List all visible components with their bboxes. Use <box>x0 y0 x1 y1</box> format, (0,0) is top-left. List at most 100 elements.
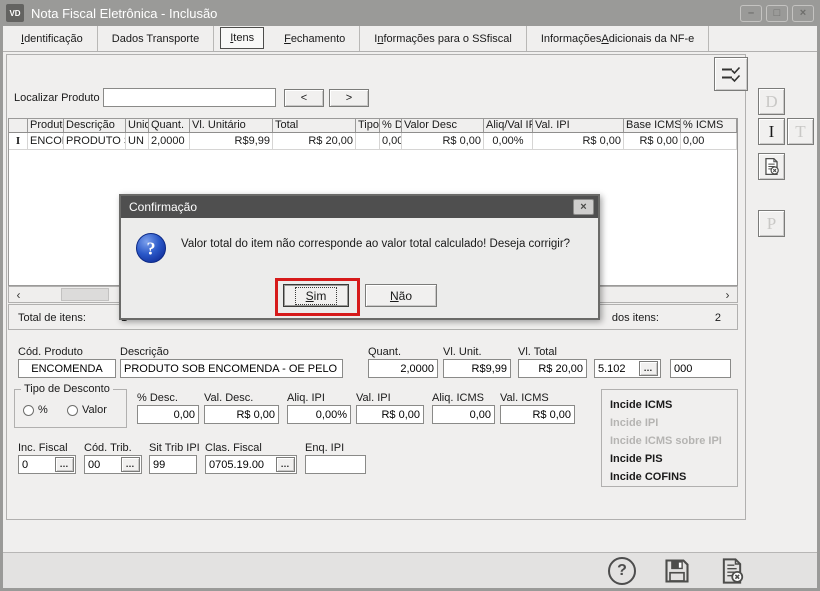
scrollbar-thumb[interactable] <box>61 288 109 301</box>
vl-unit-field[interactable] <box>443 359 511 378</box>
incide-pis: Incide PIS <box>610 450 737 468</box>
t-button: T <box>787 118 814 145</box>
cell-val-ipi: R$ 0,00 <box>533 133 624 149</box>
radio-valor[interactable]: Valor <box>67 404 107 416</box>
aliq-ipi-field[interactable] <box>287 405 351 424</box>
localizar-produto-input[interactable] <box>103 88 276 107</box>
close-button[interactable]: × <box>792 5 814 22</box>
enq-ipi-field[interactable] <box>305 455 366 474</box>
grid-header-total[interactable]: Total <box>273 119 356 132</box>
maximize-button[interactable]: □ <box>766 5 788 22</box>
total-dos-itens-value: 2 <box>715 312 721 324</box>
dialog-close-button[interactable]: × <box>573 199 594 215</box>
grid-header-base-icms[interactable]: Base ICMS <box>624 119 681 132</box>
grid-header-quant[interactable]: Quant. <box>149 119 190 132</box>
grid-header-valor-desc[interactable]: Valor Desc <box>402 119 484 132</box>
app-window: VD Nota Fiscal Eletrônica - Inclusão – □… <box>0 0 820 591</box>
perc-desc-field[interactable] <box>137 405 199 424</box>
cfop-lookup-button[interactable]: … <box>639 361 658 376</box>
grid-header-produto[interactable]: Produto <box>28 119 64 132</box>
previous-button[interactable]: < <box>284 89 324 107</box>
cell-tipo <box>356 133 380 149</box>
inc-fiscal-lookup-button[interactable]: … <box>55 457 74 472</box>
question-icon: ? <box>135 232 167 264</box>
scroll-right-icon[interactable]: › <box>719 288 736 301</box>
grid-header-tipo[interactable]: Tipo <box>356 119 380 132</box>
cell-aliq-val-ip: 0,00% <box>484 133 533 149</box>
grid-data-row[interactable]: I ENCOMENDA PRODUTO SOB ENCOMENDA UN 2,0… <box>9 133 737 150</box>
aliq-icms-field[interactable] <box>432 405 495 424</box>
tab-informacoes-ssfiscal[interactable]: Informações para o SSfiscal <box>360 26 527 51</box>
vl-total-label: Vl. Total <box>518 346 557 358</box>
tab-itens[interactable]: Itens <box>220 27 264 49</box>
next-button[interactable]: > <box>329 89 369 107</box>
incide-ipi: Incide IPI <box>610 414 737 432</box>
quant-field[interactable] <box>368 359 438 378</box>
dialog-body: ? Valor total do item não corresponde ao… <box>121 218 598 318</box>
save-button[interactable] <box>663 557 691 585</box>
cod-aux-field[interactable] <box>670 359 731 378</box>
confirmation-dialog: Confirmação × ? Valor total do item não … <box>119 194 600 320</box>
radio-percent[interactable]: % <box>23 404 48 416</box>
cell-total: R$ 20,00 <box>273 133 356 149</box>
checklist-icon <box>720 63 742 85</box>
tipo-desconto-label: Tipo de Desconto <box>21 383 113 395</box>
grid-header-descricao[interactable]: Descrição <box>64 119 126 132</box>
cod-trib-lookup-button[interactable]: … <box>121 457 140 472</box>
check-items-button[interactable] <box>714 57 748 91</box>
i-button[interactable]: I <box>758 118 785 145</box>
grid-header-unid[interactable]: Unid <box>126 119 149 132</box>
perc-desc-label: % Desc. <box>137 392 178 404</box>
titlebar[interactable]: VD Nota Fiscal Eletrônica - Inclusão – □… <box>0 0 820 26</box>
clas-fiscal-lookup-button[interactable]: … <box>276 457 295 472</box>
minimize-button[interactable]: – <box>740 5 762 22</box>
grid-header-vl-unitario[interactable]: Vl. Unitário <box>190 119 273 132</box>
save-icon <box>663 557 691 585</box>
descricao-field[interactable] <box>120 359 343 378</box>
val-icms-field[interactable] <box>500 405 575 424</box>
grid-header-perc-icms[interactable]: % ICMS <box>681 119 737 132</box>
sit-trib-ipi-label: Sit Trib IPI <box>149 442 200 454</box>
cell-quant: 2,0000 <box>149 133 190 149</box>
tab-fechamento[interactable]: Fechamento <box>270 26 360 51</box>
val-desc-label: Val. Desc. <box>204 392 253 404</box>
val-desc-field[interactable] <box>204 405 279 424</box>
aliq-icms-label: Aliq. ICMS <box>432 392 484 404</box>
cancel-button[interactable] <box>718 557 746 585</box>
enq-ipi-label: Enq. IPI <box>305 442 344 454</box>
cell-unid: UN <box>126 133 149 149</box>
cell-perc-desc: 0,00 <box>380 133 402 149</box>
tab-informacoes-adicionais-nfe[interactable]: Informações Adicionais da NF-e <box>527 26 709 51</box>
tab-bar: Identificação Dados Transporte Itens Fec… <box>3 26 817 52</box>
quant-label: Quant. <box>368 346 401 358</box>
document-delete-icon <box>762 157 781 176</box>
incide-panel: Incide ICMS Incide IPI Incide ICMS sobre… <box>601 389 738 487</box>
client-area: Identificação Dados Transporte Itens Fec… <box>3 26 817 588</box>
aliq-ipi-label: Aliq. IPI <box>287 392 325 404</box>
incide-icms: Incide ICMS <box>610 396 737 414</box>
grid-header-row: Produto Descrição Unid Quant. Vl. Unitár… <box>9 119 737 133</box>
radio-percent-icon <box>23 405 34 416</box>
nao-button[interactable]: Não <box>365 284 437 307</box>
delete-item-button[interactable] <box>758 153 785 180</box>
sit-trib-ipi-field[interactable] <box>149 455 197 474</box>
total-dos-itens-label: dos itens: <box>612 312 659 324</box>
grid-header-perc-desc[interactable]: % De <box>380 119 402 132</box>
tab-dados-transporte[interactable]: Dados Transporte <box>98 26 214 51</box>
close-icon: × <box>580 202 586 213</box>
help-button[interactable]: ? <box>608 557 636 585</box>
grid-header-aliq-val-ip[interactable]: Aliq/Val IP <box>484 119 533 132</box>
grid-header-val-ipi[interactable]: Val. IPI <box>533 119 624 132</box>
vl-total-field[interactable] <box>518 359 587 378</box>
dialog-titlebar[interactable]: Confirmação <box>121 196 598 218</box>
window-title: Nota Fiscal Eletrônica - Inclusão <box>31 6 736 21</box>
sim-button[interactable]: Sim <box>283 284 349 307</box>
scroll-left-icon[interactable]: ‹ <box>10 288 27 301</box>
tab-identificacao[interactable]: Identificação <box>7 26 98 51</box>
row-indicator: I <box>9 133 28 149</box>
localizar-produto-label: Localizar Produto <box>14 92 100 104</box>
val-ipi-field[interactable] <box>356 405 424 424</box>
tipo-desconto-group: Tipo de Desconto % Valor <box>14 389 127 428</box>
cell-base-icms: R$ 0,00 <box>624 133 681 149</box>
cod-produto-field[interactable] <box>18 359 116 378</box>
